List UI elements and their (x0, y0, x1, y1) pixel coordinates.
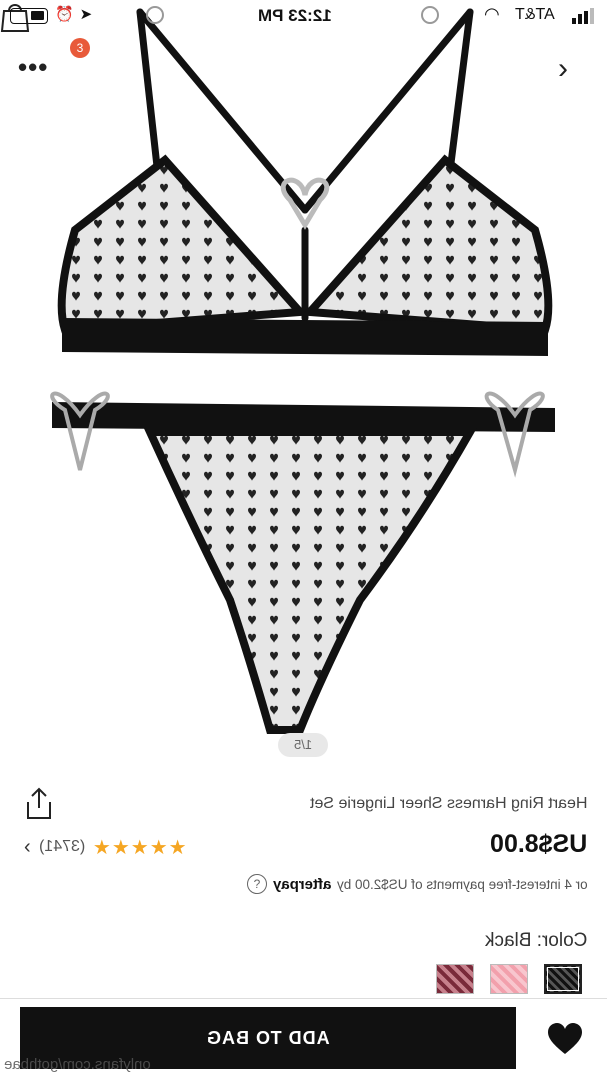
status-bar: ⏰➤ 12:23 PM ◠ AT&T (0, 0, 607, 34)
swatch-burgundy[interactable] (436, 964, 474, 994)
carrier-label: AT&T (515, 6, 555, 23)
product-title: Heart Ring Harness Sheer Lingerie Set (309, 795, 587, 812)
chevron-right-icon[interactable]: › (558, 52, 568, 86)
status-icons: ⏰➤ (55, 6, 99, 23)
product-price: US$8.00 (489, 830, 587, 858)
signal-icon (572, 8, 600, 24)
share-icon[interactable] (24, 786, 54, 820)
installment-info: ? afterpay or 4 interest-free payments o… (118, 874, 588, 894)
image-pager: 1/5 (278, 733, 328, 757)
rating-summary[interactable]: ‹ (3741) ★★★★★ (24, 834, 188, 860)
more-dots-icon[interactable]: ••• (18, 52, 48, 83)
afterpay-logo: afterpay (273, 875, 332, 893)
cart-count-badge: 3 (70, 38, 90, 58)
color-swatches (436, 964, 582, 994)
battery-icon (10, 8, 48, 24)
color-label: Color: Black (484, 930, 587, 951)
product-photo (50, 6, 555, 734)
swatch-black-selected[interactable] (544, 964, 582, 994)
review-count: (3741) (38, 838, 85, 855)
swatch-pink[interactable] (490, 964, 528, 994)
installment-text: or 4 interest-free payments of US$2.00 b… (337, 876, 588, 892)
status-time: 12:23 PM (258, 6, 332, 25)
heart-icon[interactable] (546, 1021, 584, 1057)
watermark-text: onlyfans.com/gothbae (4, 1056, 151, 1073)
chevron-left-icon: ‹ (24, 835, 31, 858)
star-rating: ★★★★★ (92, 836, 188, 859)
wifi-icon: ◠ (484, 4, 500, 24)
product-image-gallery[interactable]: ••• 3 › 1/5 (0, 0, 607, 778)
help-icon[interactable]: ? (247, 874, 267, 894)
